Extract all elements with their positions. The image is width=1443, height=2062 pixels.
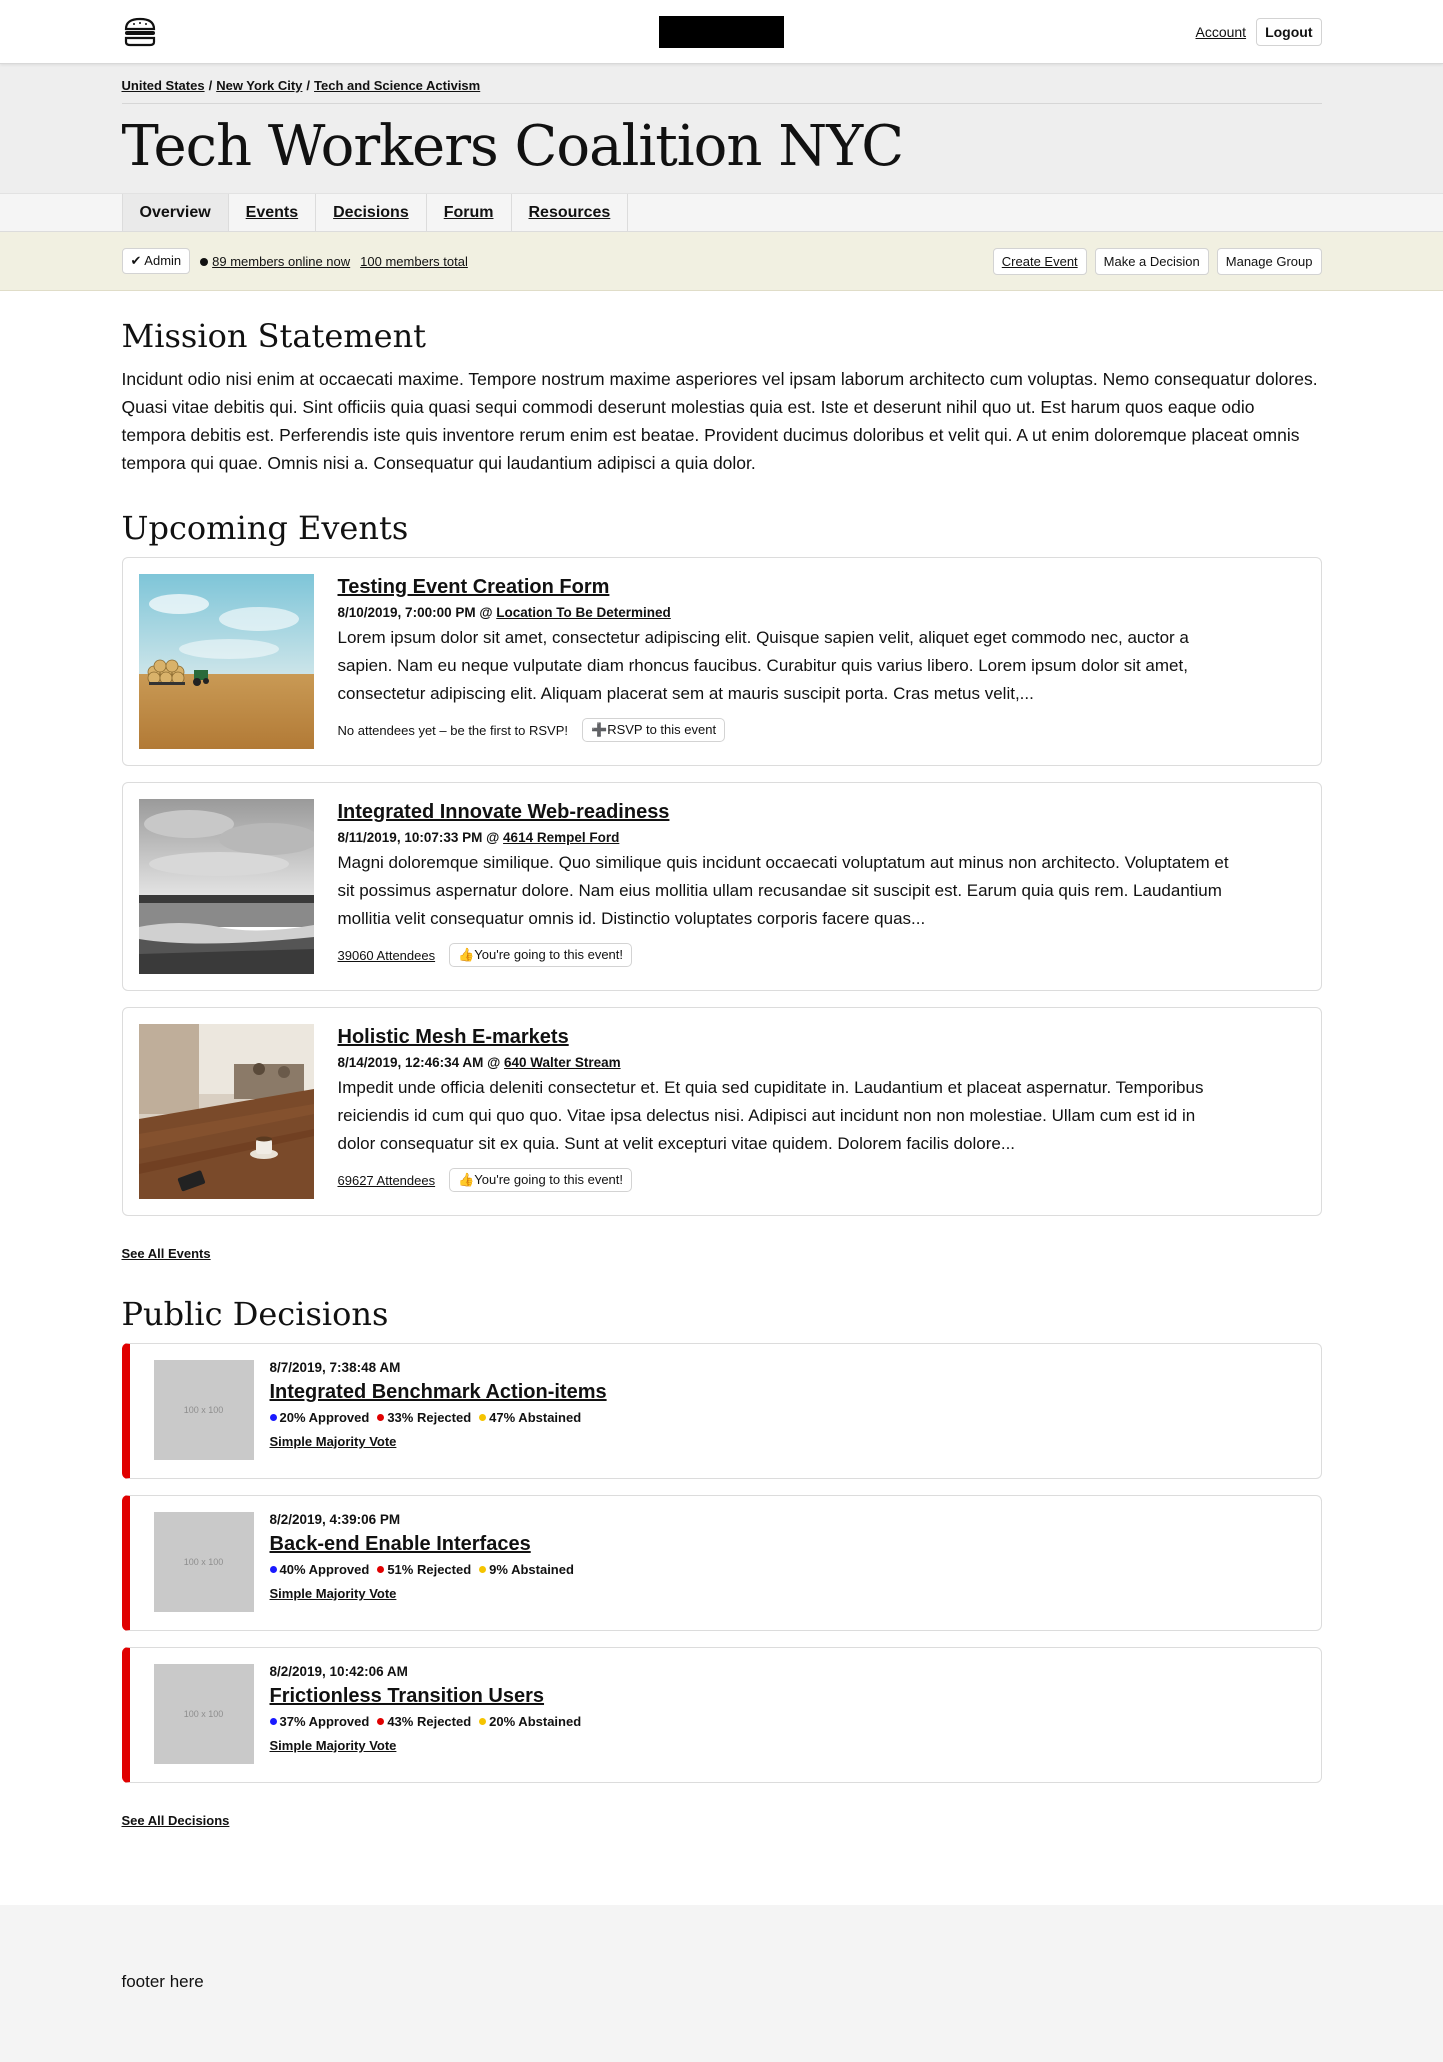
see-all-decisions-link[interactable]: See All Decisions xyxy=(122,1813,230,1828)
event-image-beach[interactable] xyxy=(138,799,314,974)
footer-text: footer here xyxy=(121,1972,204,1991)
event-meta: 8/10/2019, 7:00:00 PM @ Location To Be D… xyxy=(338,605,1238,620)
decision-title-link[interactable]: Integrated Benchmark Action-items xyxy=(270,1381,607,1404)
members-total-link[interactable]: 100 members total xyxy=(360,254,468,269)
members-online-link[interactable]: 89 members online now xyxy=(212,254,350,269)
breadcrumb-category[interactable]: Tech and Science Activism xyxy=(314,78,480,93)
decision-date: 8/2/2019, 4:39:06 PM xyxy=(269,1512,401,1527)
see-all-events-link[interactable]: See All Events xyxy=(122,1246,211,1261)
vote-type-link[interactable]: Simple Majority Vote xyxy=(270,1738,397,1753)
rejected-percent: 33% Rejected xyxy=(387,1410,472,1425)
decision-title-link[interactable]: Back-end Enable Interfaces xyxy=(270,1533,531,1556)
event-location-link[interactable]: 640 Walter Stream xyxy=(504,1055,621,1070)
decision-card: 100 x 100 8/2/2019, 10:42:06 AM Friction… xyxy=(121,1647,1322,1783)
breadcrumb-country[interactable]: United States xyxy=(122,78,205,93)
breadcrumb: United States / New York City / Tech and Sci… xyxy=(121,78,1322,104)
rejected-dot-icon xyxy=(377,1718,385,1725)
create-event-label: Create Event xyxy=(1001,253,1078,269)
create-event-button[interactable]: Create Event xyxy=(992,247,1087,275)
abstained-percent: 47% Abstained xyxy=(489,1410,582,1425)
decision-thumbnail: 100 x 100 xyxy=(153,1360,254,1460)
group-tabs: Overview Events Decisions Forum Resource… xyxy=(121,194,1322,231)
admin-badge: ✔ Admin xyxy=(121,248,191,274)
event-meta: 8/14/2019, 12:46:34 AM @ 640 Walter Stre… xyxy=(338,1055,1238,1070)
event-card: Testing Event Creation Form 8/10/2019, 7… xyxy=(121,557,1322,766)
top-bar: Account Logout xyxy=(0,0,1443,64)
vote-results: 20% Approved 33% Rejected 47% Abstained xyxy=(269,1410,607,1425)
event-image-farm[interactable] xyxy=(138,574,314,749)
attendee-count: No attendees yet – be the first to RSVP! xyxy=(337,722,569,738)
events-heading: Upcoming Events xyxy=(121,509,409,547)
event-card: Holistic Mesh E-markets 8/14/2019, 12:46… xyxy=(121,1007,1322,1216)
approved-percent: 40% Approved xyxy=(279,1562,370,1577)
group-header: United States / New York City / Tech and Sci… xyxy=(0,64,1443,232)
abstained-percent: 20% Abstained xyxy=(489,1714,582,1729)
decision-date: 8/2/2019, 10:42:06 AM xyxy=(269,1664,408,1679)
account-link[interactable]: Account xyxy=(1195,24,1246,40)
event-location-link[interactable]: Location To Be Determined xyxy=(496,605,671,620)
rsvp-button[interactable]: ➕RSVP to this event xyxy=(582,718,726,742)
event-description: Impedit unde officia deleniti consectetu… xyxy=(337,1078,1204,1153)
event-location-link[interactable]: 4614 Rempel Ford xyxy=(503,830,619,845)
tab-events[interactable]: Events xyxy=(229,194,317,231)
vote-results: 40% Approved 51% Rejected 9% Abstained xyxy=(269,1562,574,1577)
rejected-percent: 43% Rejected xyxy=(387,1714,472,1729)
abstained-percent: 9% Abstained xyxy=(489,1562,574,1577)
approved-dot-icon xyxy=(269,1718,277,1725)
rejected-dot-icon xyxy=(377,1414,385,1421)
rejected-dot-icon xyxy=(377,1566,385,1573)
abstained-dot-icon xyxy=(479,1414,487,1421)
site-footer: footer here xyxy=(0,1905,1443,2062)
vote-results: 37% Approved 43% Rejected 20% Abstained xyxy=(269,1714,582,1729)
decision-card: 100 x 100 8/2/2019, 4:39:06 PM Back-end … xyxy=(121,1495,1322,1631)
approved-dot-icon xyxy=(269,1566,277,1573)
tab-overview[interactable]: Overview xyxy=(121,194,229,231)
event-image-cafe[interactable] xyxy=(138,1024,314,1199)
rsvp-status-button[interactable]: 👍You're going to this event! xyxy=(449,943,632,967)
abstained-dot-icon xyxy=(479,1566,487,1573)
rejected-percent: 51% Rejected xyxy=(387,1562,472,1577)
event-description: Lorem ipsum dolor sit amet, consectetur … xyxy=(337,628,1189,703)
admin-strip: ✔ Admin 89 members online now 100 member… xyxy=(0,232,1443,291)
event-meta: 8/11/2019, 10:07:33 PM @ 4614 Rempel For… xyxy=(338,830,1238,845)
event-description: Magni doloremque similique. Quo similiqu… xyxy=(337,853,1229,928)
approved-percent: 20% Approved xyxy=(279,1410,370,1425)
abstained-dot-icon xyxy=(479,1718,487,1725)
rsvp-status-button[interactable]: 👍You're going to this event! xyxy=(449,1168,632,1192)
event-title-link[interactable]: Holistic Mesh E-markets xyxy=(338,1026,569,1049)
decision-date: 8/7/2019, 7:38:48 AM xyxy=(269,1360,401,1375)
vote-type-link[interactable]: Simple Majority Vote xyxy=(270,1586,397,1601)
decision-thumbnail: 100 x 100 xyxy=(153,1512,254,1612)
mission-heading: Mission Statement xyxy=(121,317,427,355)
logout-button[interactable]: Logout xyxy=(1256,18,1322,46)
online-status: 89 members online now xyxy=(200,254,350,269)
mission-text: Incidunt odio nisi enim at occaecati max… xyxy=(121,369,1318,473)
tab-resources[interactable]: Resources xyxy=(512,194,629,231)
event-card: Integrated Innovate Web-readiness 8/11/2… xyxy=(121,782,1322,991)
approved-percent: 37% Approved xyxy=(279,1714,370,1729)
attendee-count-link[interactable]: 69627 Attendees xyxy=(338,1173,436,1188)
event-title-link[interactable]: Testing Event Creation Form xyxy=(338,576,610,599)
decision-thumbnail: 100 x 100 xyxy=(153,1664,254,1764)
tab-forum[interactable]: Forum xyxy=(427,194,512,231)
decisions-heading: Public Decisions xyxy=(121,1295,389,1333)
attendee-count-link[interactable]: 39060 Attendees xyxy=(338,948,436,963)
online-dot-icon xyxy=(200,257,209,266)
decision-title-link[interactable]: Frictionless Transition Users xyxy=(270,1685,545,1708)
event-title-link[interactable]: Integrated Innovate Web-readiness xyxy=(338,801,670,824)
event-datetime: 8/14/2019, 12:46:34 AM @ xyxy=(337,1055,501,1070)
tab-decisions[interactable]: Decisions xyxy=(316,194,427,231)
vote-type-link[interactable]: Simple Majority Vote xyxy=(270,1434,397,1449)
event-datetime: 8/11/2019, 10:07:33 PM @ xyxy=(337,830,500,845)
make-decision-button[interactable]: Make a Decision xyxy=(1094,247,1209,275)
page-title: Tech Workers Coalition NYC xyxy=(121,114,905,179)
decision-card: 100 x 100 8/7/2019, 7:38:48 AM Integrate… xyxy=(121,1343,1322,1479)
breadcrumb-city[interactable]: New York City xyxy=(216,78,302,93)
event-datetime: 8/10/2019, 7:00:00 PM @ xyxy=(337,605,493,620)
hamburger-menu-icon[interactable] xyxy=(122,15,160,49)
site-logo[interactable] xyxy=(658,16,784,48)
approved-dot-icon xyxy=(269,1414,277,1421)
manage-group-button[interactable]: Manage Group xyxy=(1216,247,1322,275)
